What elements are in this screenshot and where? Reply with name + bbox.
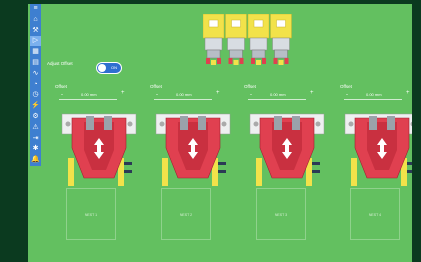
outer-frame-right — [412, 0, 421, 262]
nest-slot-1[interactable]: NEST 1 — [66, 188, 116, 240]
top-unit-group — [203, 14, 292, 65]
offset-label: Offset — [150, 84, 162, 89]
nest-slot-3[interactable]: NEST 3 — [256, 188, 306, 240]
offset-control-3: Offset - 0.00 mm + — [244, 84, 320, 104]
nest-slot-2[interactable]: NEST 2 — [161, 188, 211, 240]
nest-slot-4[interactable]: NEST 4 — [350, 188, 400, 240]
warning-icon[interactable]: ⚠ — [30, 123, 41, 133]
export-icon[interactable]: ⇥ — [30, 134, 41, 144]
offset-value: 0.00 mm — [366, 92, 382, 97]
offset-minus-button[interactable]: - — [346, 92, 348, 98]
top-actuator-unit — [203, 14, 225, 65]
menu-icon[interactable]: ≡ — [30, 4, 41, 14]
top-actuator-unit — [270, 14, 292, 65]
offset-minus-button[interactable]: - — [156, 92, 158, 98]
grid-icon[interactable]: ▦ — [30, 47, 41, 57]
offset-input[interactable]: - 0.00 mm — [59, 90, 117, 100]
gripper-assembly — [249, 113, 325, 186]
top-actuator-unit — [225, 14, 247, 65]
print-icon[interactable]: ▤ — [30, 58, 41, 68]
nest-label: NEST 2 — [179, 213, 193, 217]
adjust-offset-toggle[interactable]: ON — [96, 62, 122, 74]
offset-value: 0.00 mm — [81, 92, 97, 97]
offset-label: Offset — [340, 84, 352, 89]
sidebar: ≡ ⌂ ⚒ ▷ ▦ ▤ ∿ ◔ ◷ ⚡ ⚙ ⚠ ⇥ ✱ 🔔 — [30, 4, 41, 166]
offset-input[interactable]: - 0.00 mm — [344, 90, 402, 100]
offset-label: Offset — [55, 84, 67, 89]
offset-plus-button[interactable]: + — [121, 90, 125, 96]
offset-input[interactable]: - 0.00 mm — [248, 90, 306, 100]
offset-control-4: Offset - 0.00 mm + — [340, 84, 416, 104]
bell-icon[interactable]: 🔔 — [30, 155, 41, 165]
offset-plus-button[interactable]: + — [310, 90, 314, 96]
gripper-assembly — [61, 113, 137, 186]
app-window: ≡ ⌂ ⚒ ▷ ▦ ▤ ∿ ◔ ◷ ⚡ ⚙ ⚠ ⇥ ✱ 🔔 Adjust Offset ON Offset … — [0, 0, 421, 262]
nest-label: NEST 1 — [84, 213, 98, 217]
gripper-assembly — [344, 113, 412, 186]
gripper-assembly — [155, 113, 231, 186]
bolt-icon[interactable]: ⚡ — [30, 101, 41, 111]
clock-icon[interactable]: ◷ — [30, 90, 41, 100]
gear-icon[interactable]: ⚙ — [30, 112, 41, 122]
chart-icon[interactable]: ∿ — [30, 69, 41, 79]
offset-control-1: Offset - 0.00 mm + — [55, 84, 131, 104]
toggle-knob — [98, 64, 106, 72]
outer-frame-left — [0, 0, 28, 262]
offset-label: Offset — [244, 84, 256, 89]
offset-control-2: Offset - 0.00 mm + — [150, 84, 226, 104]
offset-plus-button[interactable]: + — [216, 90, 220, 96]
offset-plus-button[interactable]: + — [406, 90, 410, 96]
adjust-offset-label: Adjust Offset — [47, 61, 73, 66]
nest-label: NEST 3 — [274, 213, 288, 217]
gauge-icon[interactable]: ◔ — [30, 80, 41, 90]
settings-icon[interactable]: ✱ — [30, 144, 41, 154]
top-actuator-unit — [247, 14, 270, 65]
offset-minus-button[interactable]: - — [250, 92, 252, 98]
home-icon[interactable]: ⌂ — [30, 15, 41, 25]
offset-value: 0.00 mm — [176, 92, 192, 97]
offset-value: 0.00 mm — [270, 92, 286, 97]
tool-icon[interactable]: ⚒ — [30, 26, 41, 36]
nest-label: NEST 4 — [368, 213, 382, 217]
toggle-state: ON — [111, 65, 117, 70]
offset-minus-button[interactable]: - — [61, 92, 63, 98]
offset-input[interactable]: - 0.00 mm — [154, 90, 212, 100]
play-icon[interactable]: ▷ — [30, 36, 41, 47]
gripper-group — [61, 113, 412, 186]
